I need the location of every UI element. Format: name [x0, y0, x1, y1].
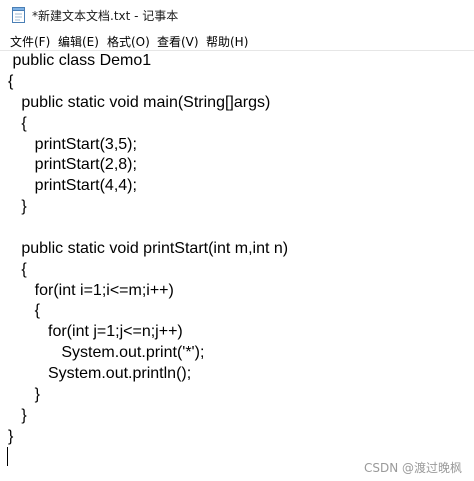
- watermark: CSDN @渡过晚枫: [363, 461, 462, 475]
- menu-view[interactable]: 查看(V): [157, 33, 199, 50]
- menu-file[interactable]: 文件(F): [10, 33, 50, 50]
- notepad-icon: [12, 7, 25, 23]
- code-line: System.out.println();: [8, 365, 192, 382]
- menu-bar: 文件(F) 编辑(E) 格式(O) 查看(V) 帮助(H): [0, 30, 474, 50]
- code-line: {: [8, 302, 41, 319]
- code-line: public class Demo1: [8, 52, 152, 69]
- code-line: System.out.print('*');: [8, 344, 205, 361]
- code-line: for(int i=1;i<=m;i++): [8, 282, 174, 299]
- menu-edit[interactable]: 编辑(E): [58, 33, 99, 50]
- code-line: printStart(2,8);: [8, 156, 137, 173]
- code-line: printStart(3,5);: [8, 136, 137, 153]
- menu-help[interactable]: 帮助(H): [206, 33, 248, 50]
- code-line: }: [8, 407, 27, 424]
- code-line: }: [8, 386, 41, 403]
- code-line: {: [8, 73, 14, 90]
- title-bar[interactable]: *新建文本文档.txt - 记事本: [0, 0, 474, 30]
- code-line: printStart(4,4);: [8, 177, 137, 194]
- code-line: public static void main(String[]args): [8, 94, 271, 111]
- code-line: public static void printStart(int m,int …: [8, 240, 289, 257]
- code-line: }: [8, 428, 14, 445]
- code-line: }: [8, 198, 27, 215]
- code-line: {: [8, 261, 27, 278]
- code-line: for(int j=1;j<=n;j++): [8, 323, 183, 340]
- notepad-window: *新建文本文档.txt - 记事本 文件(F) 编辑(E) 格式(O) 查看(V…: [0, 0, 474, 481]
- text-editor[interactable]: [0, 50, 474, 481]
- menu-format[interactable]: 格式(O): [107, 33, 150, 50]
- window-title: *新建文本文档.txt - 记事本: [32, 9, 179, 23]
- code-line: {: [8, 115, 27, 132]
- text-caret: [7, 447, 8, 466]
